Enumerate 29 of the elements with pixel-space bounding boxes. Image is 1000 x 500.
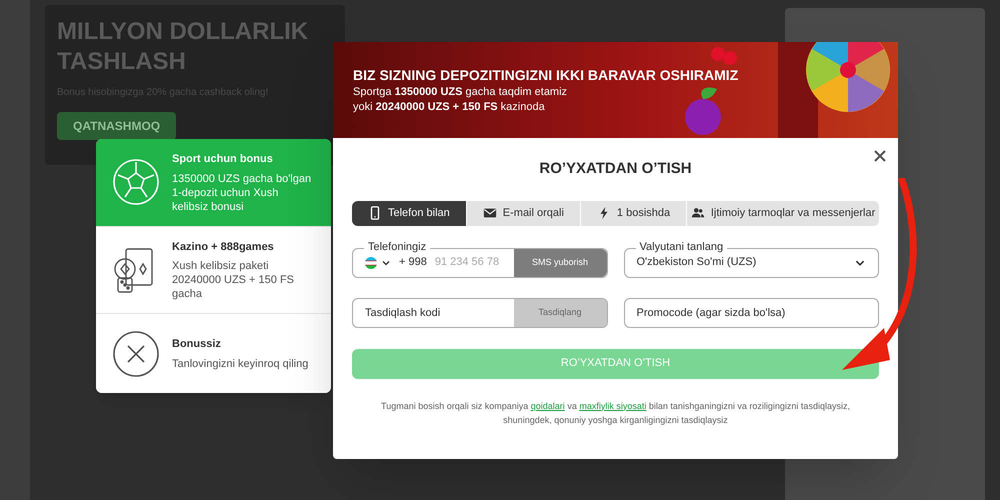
bonus-option[interactable]: Bonussiz Tanlovingizni keyinroq qiling xyxy=(96,313,331,393)
soccer-ball-icon xyxy=(112,158,160,206)
field-label: Telefoningiz xyxy=(364,242,430,252)
envelope-icon xyxy=(482,206,497,220)
close-icon xyxy=(874,150,886,162)
bonus-title: Kazino + 888games xyxy=(172,240,275,254)
country-code: + 998 xyxy=(399,255,427,270)
people-icon xyxy=(690,206,705,220)
modal-title: RO’YXATDAN O’TISH xyxy=(539,159,692,179)
flag-icon[interactable] xyxy=(365,256,377,268)
terms-text: Tugmani bosish orqali siz kompaniya qoidalari va maxfiylik siyosati bilan tanishganingizni va roziligingizni tasdiqlaysiz, shuningdek, qonuniy yoshga kirganligingizni tasdiqlaysiz xyxy=(380,400,851,426)
bonus-description: Xush kelibsiz paketi 20240000 UZS + 150 FS gacha xyxy=(172,259,295,301)
banner-headline: BIZ SIZNING DEPOZITINGIZNI IKKI BARAVAR OSHIRAMIZ xyxy=(353,66,740,84)
bonus-description: 1350000 UZS gacha bo'lgan 1-depozit uchun Xush kelibsiz bonusi xyxy=(172,172,312,214)
bonus-option[interactable]: Kazino + 888games Xush kelibsiz paketi 20240000 UZS + 150 FS gacha xyxy=(96,226,331,313)
registration-tab[interactable]: Ijtimoiy tarmoqlar va messenjerlar xyxy=(686,200,879,226)
bonus-title: Sport uchun bonus xyxy=(172,152,274,167)
bonus-title: Bonussiz xyxy=(172,337,222,352)
registration-tab[interactable]: Telefon bilan xyxy=(352,200,466,226)
phone-icon xyxy=(368,206,382,220)
join-button[interactable]: QATNASHMOQ xyxy=(57,112,176,140)
bonus-description: Tanlovingizni keyinroq qiling xyxy=(172,356,308,371)
field-label: Valyutani tanlang xyxy=(636,242,728,252)
send-sms-button[interactable]: SMS yuborish xyxy=(514,248,606,276)
currency-value: O'zbekiston So'mi (UZS) xyxy=(636,255,756,270)
banner-text: Sportga 1350000 UZS gacha taqdim etamiz xyxy=(353,86,568,99)
promocode-input[interactable]: Promocode (agar sizda bo'lsa) xyxy=(624,298,879,328)
banner-text: yoki 20240000 UZS + 150 FS kazinoda xyxy=(353,101,546,114)
cross-circle-icon xyxy=(112,330,160,378)
